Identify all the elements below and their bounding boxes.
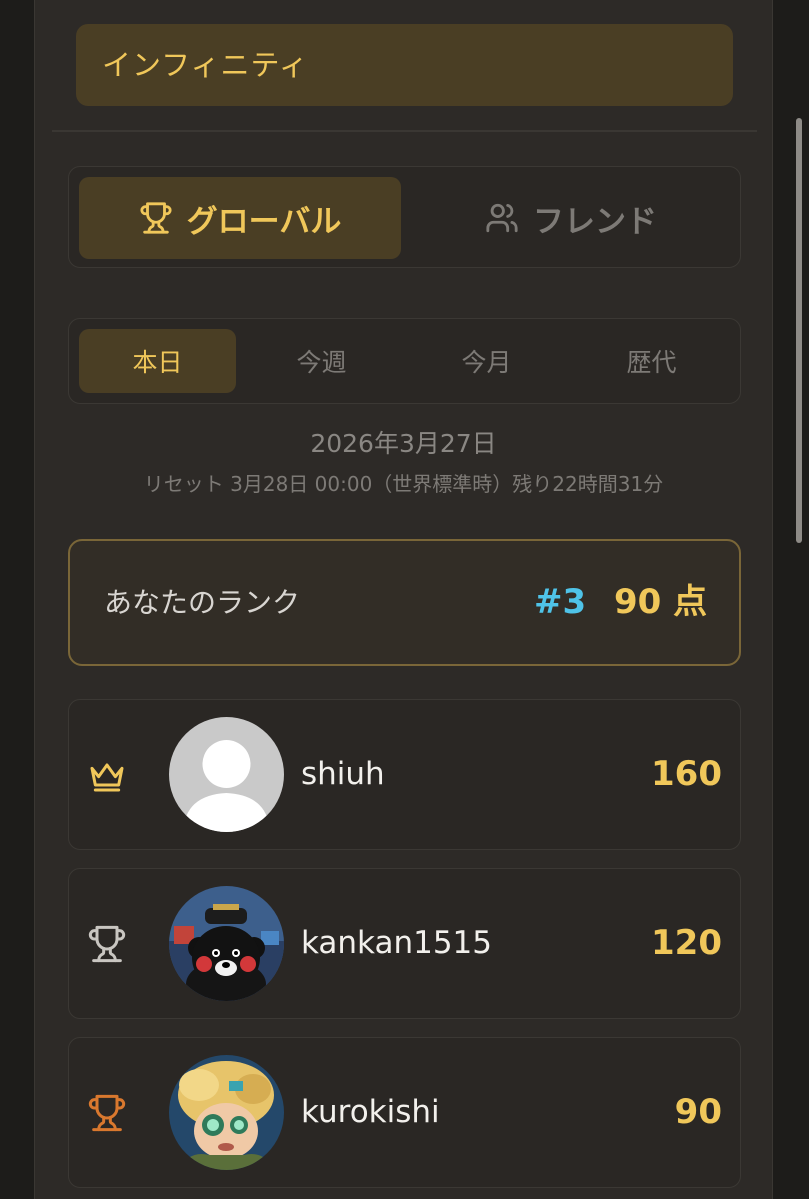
users-icon [486, 203, 518, 233]
scope-tabs: グローバル フレンド [68, 166, 741, 268]
tab-friends-label: フレンド [533, 203, 657, 240]
header-divider [52, 130, 757, 132]
tab-this-month[interactable]: 今月 [408, 329, 565, 393]
player-name: shiuh [301, 756, 385, 792]
leaderboard-row[interactable]: shiuh 160 [68, 699, 741, 850]
leaderboard-row[interactable]: kankan1515 120 [68, 868, 741, 1019]
avatar [169, 717, 284, 832]
player-score: 90 [674, 1092, 722, 1132]
my-rank-score: 90 点 [614, 582, 708, 622]
leaderboard-row[interactable]: kurokishi 90 [68, 1037, 741, 1188]
my-rank-label: あなたのランク [104, 586, 301, 619]
page-title: インフィニティ [102, 48, 309, 82]
avatar [169, 1055, 284, 1170]
silver-trophy-icon [88, 925, 126, 963]
tab-global[interactable]: グローバル [79, 177, 401, 259]
player-name: kurokishi [301, 1094, 440, 1130]
header-bar: インフィニティ [76, 24, 733, 106]
player-score: 120 [651, 923, 722, 963]
avatar [169, 886, 284, 1001]
reset-info: リセット 3月28日 00:00（世界標準時）残り22時間31分 [143, 472, 664, 496]
tab-this-week[interactable]: 今週 [243, 329, 400, 393]
bronze-trophy-icon [88, 1094, 126, 1132]
my-rank-card: あなたのランク #3 90 点 [68, 539, 741, 666]
tab-today[interactable]: 本日 [79, 329, 236, 393]
crown-icon [90, 763, 124, 792]
player-name: kankan1515 [301, 925, 492, 961]
page-margin-left [0, 0, 34, 1199]
my-rank-position: #3 [534, 582, 587, 622]
tab-all-time[interactable]: 歴代 [573, 329, 730, 393]
current-date: 2026年3月27日 [310, 429, 497, 458]
tab-friends[interactable]: フレンド [411, 177, 731, 259]
page-margin-right [773, 0, 809, 1199]
player-score: 160 [651, 754, 722, 794]
tab-global-label: グローバル [186, 203, 342, 240]
period-tabs: 本日 今週 今月 歴代 [68, 318, 741, 404]
scrollbar[interactable] [796, 118, 802, 543]
trophy-icon [140, 202, 172, 234]
